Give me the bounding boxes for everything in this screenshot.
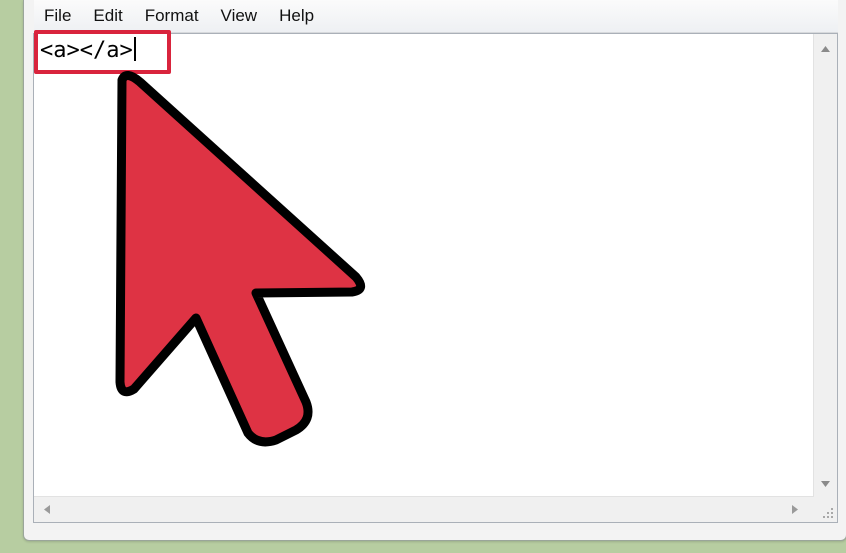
chevron-down-icon	[821, 481, 830, 487]
menu-format[interactable]: Format	[134, 0, 210, 32]
scroll-right-button[interactable]	[784, 497, 806, 522]
highlight-box	[34, 30, 171, 74]
chevron-up-icon	[821, 46, 830, 52]
scroll-left-button[interactable]	[36, 497, 58, 522]
size-grip-icon	[823, 508, 833, 518]
chevron-left-icon	[44, 505, 50, 514]
menu-file[interactable]: File	[34, 0, 82, 32]
scroll-down-button[interactable]	[814, 473, 837, 495]
menu-view[interactable]: View	[210, 0, 269, 32]
chevron-right-icon	[792, 505, 798, 514]
editor-text-area[interactable]: <a></a>	[34, 30, 814, 497]
size-grip[interactable]	[814, 497, 837, 522]
notepad-window: File Edit Format View Help <a></a>	[23, 0, 846, 541]
scroll-up-button[interactable]	[814, 38, 837, 60]
text-editor: <a></a>	[33, 30, 838, 523]
vertical-scrollbar[interactable]	[813, 34, 837, 497]
horizontal-scrollbar[interactable]	[34, 496, 814, 522]
screenshot-stage: File Edit Format View Help <a></a>	[0, 0, 846, 553]
menu-help[interactable]: Help	[268, 0, 325, 32]
menu-bar: File Edit Format View Help	[34, 0, 838, 33]
menu-edit[interactable]: Edit	[82, 0, 133, 32]
